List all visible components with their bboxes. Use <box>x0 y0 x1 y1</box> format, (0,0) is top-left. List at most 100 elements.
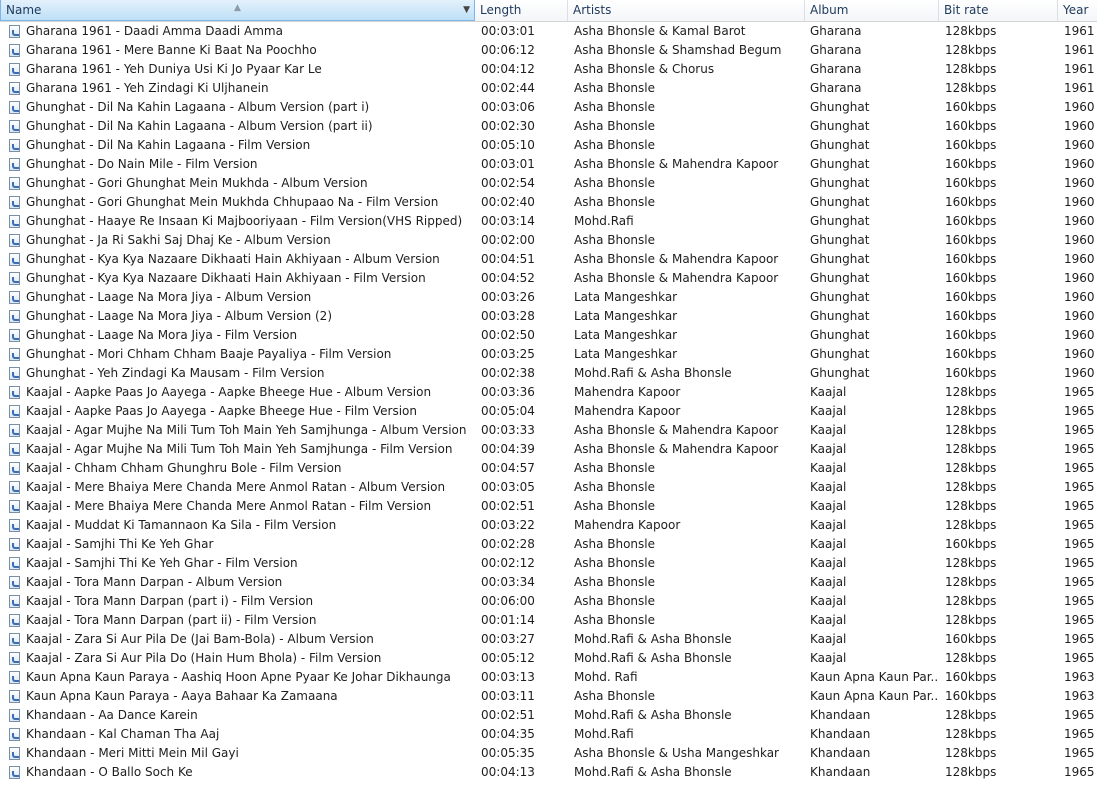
file-album: Ghunghat <box>810 214 870 228</box>
table-row[interactable]: Ghunghat - Yeh Zindagi Ka Mausam - Film … <box>0 364 1097 383</box>
file-year: 1965 <box>1064 499 1095 513</box>
column-header-artists-label: Artists <box>573 3 612 17</box>
table-row[interactable]: Gharana 1961 - Daadi Amma Daadi Amma 00:0… <box>0 22 1097 41</box>
file-bitrate: 128kbps <box>945 594 997 608</box>
file-artists: Mohd.Rafi & Asha Bhonsle <box>574 708 732 722</box>
column-header-album[interactable]: Album <box>805 0 939 21</box>
file-album: Ghunghat <box>810 138 870 152</box>
table-row[interactable]: Gharana 1961 - Yeh Zindagi Ki Uljhanein 0… <box>0 79 1097 98</box>
column-header-length[interactable]: Length <box>475 0 568 21</box>
file-name: Gharana 1961 - Yeh Duniya Usi Ki Jo Pyaa… <box>26 62 322 76</box>
table-row[interactable]: Kaajal - Aapke Paas Jo Aayega - Aapke Bh… <box>0 402 1097 421</box>
table-row[interactable]: Khandaan - Meri Mitti Mein Mil Gayi 00:05… <box>0 744 1097 763</box>
file-year: 1961 <box>1064 62 1095 76</box>
table-row[interactable]: Kaajal - Agar Mujhe Na Mili Tum Toh Main… <box>0 421 1097 440</box>
file-length: 00:02:44 <box>481 81 535 95</box>
audio-file-icon <box>9 44 20 57</box>
file-name: Ghunghat - Laage Na Mora Jiya - Album Ve… <box>26 290 312 304</box>
file-artists: Asha Bhonsle <box>574 613 655 627</box>
file-name: Ghunghat - Dil Na Kahin Lagaana - Album … <box>26 119 373 133</box>
table-row[interactable]: Ghunghat - Dil Na Kahin Lagaana - Film V… <box>0 136 1097 155</box>
audio-file-icon <box>9 766 20 779</box>
table-row[interactable]: Kaajal - Muddat Ki Tamannaon Ka Sila - F… <box>0 516 1097 535</box>
file-year: 1960 <box>1064 252 1095 266</box>
sort-ascending-icon: ▲ <box>234 3 241 13</box>
file-name: Kaajal - Aapke Paas Jo Aayega - Aapke Bh… <box>26 404 418 418</box>
table-row[interactable]: Kaajal - Tora Mann Darpan - Album Versio… <box>0 573 1097 592</box>
file-name: Kaajal - Zara Si Aur Pila De (Jai Bam-Bo… <box>26 632 374 646</box>
table-row[interactable]: Kaajal - Agar Mujhe Na Mili Tum Toh Main… <box>0 440 1097 459</box>
file-name: Khandaan - Kal Chaman Tha Aaj <box>26 727 220 741</box>
table-row[interactable]: Gharana 1961 - Mere Banne Ki Baat Na Poo… <box>0 41 1097 60</box>
file-album: Khandaan <box>810 727 871 741</box>
table-row[interactable]: Khandaan - Kal Chaman Tha Aaj 00:04:35 Moh… <box>0 725 1097 744</box>
column-header-name[interactable]: Name ▲ ▼ <box>0 0 475 21</box>
table-row[interactable]: Kaajal - Samjhi Thi Ke Yeh Ghar - Film V… <box>0 554 1097 573</box>
table-row[interactable]: Kaajal - Zara Si Aur Pila Do (Hain Hum B… <box>0 649 1097 668</box>
file-artists: Lata Mangeshkar <box>574 290 678 304</box>
table-row[interactable]: Kaajal - Mere Bhaiya Mere Chanda Mere An… <box>0 497 1097 516</box>
table-row[interactable]: Gharana 1961 - Yeh Duniya Usi Ki Jo Pyaa… <box>0 60 1097 79</box>
file-artists: Asha Bhonsle <box>574 575 655 589</box>
file-artists: Asha Bhonsle <box>574 537 655 551</box>
table-row[interactable]: Ghunghat - Do Nain Mile - Film Version 00… <box>0 155 1097 174</box>
table-row[interactable]: Ghunghat - Dil Na Kahin Lagaana - Album … <box>0 117 1097 136</box>
audio-file-icon <box>9 291 20 304</box>
table-row[interactable]: Ghunghat - Haaye Re Insaan Ki Majbooriya… <box>0 212 1097 231</box>
file-length: 00:05:35 <box>481 746 535 760</box>
file-bitrate: 160kbps <box>945 347 997 361</box>
file-year: 1965 <box>1064 651 1095 665</box>
table-row[interactable]: Kaajal - Chham Chham Ghunghru Bole - Fil… <box>0 459 1097 478</box>
table-row[interactable]: Ghunghat - Laage Na Mora Jiya - Album Ve… <box>0 288 1097 307</box>
file-year: 1960 <box>1064 214 1095 228</box>
table-row[interactable]: Ghunghat - Kya Kya Nazaare Dikhaati Hain… <box>0 250 1097 269</box>
file-name: Kaajal - Tora Mann Darpan - Album Versio… <box>26 575 283 589</box>
table-row[interactable]: Kaajal - Samjhi Thi Ke Yeh Ghar 00:02:28 A… <box>0 535 1097 554</box>
file-year: 1961 <box>1064 43 1095 57</box>
table-row[interactable]: Kaun Apna Kaun Paraya - Aaya Bahaar Ka Z… <box>0 687 1097 706</box>
chevron-down-icon[interactable]: ▼ <box>463 0 470 20</box>
table-row[interactable]: Ghunghat - Laage Na Mora Jiya - Film Ver… <box>0 326 1097 345</box>
file-album: Ghunghat <box>810 252 870 266</box>
table-row[interactable]: Khandaan - Aa Dance Karein 00:02:51 Mohd.R… <box>0 706 1097 725</box>
file-artists: Mohd.Rafi & Asha Bhonsle <box>574 651 732 665</box>
audio-file-icon <box>9 690 20 703</box>
file-bitrate: 160kbps <box>945 138 997 152</box>
file-name: Kaajal - Tora Mann Darpan (part i) - Fil… <box>26 594 314 608</box>
table-row[interactable]: Ghunghat - Kya Kya Nazaare Dikhaati Hain… <box>0 269 1097 288</box>
audio-file-icon <box>9 595 20 608</box>
file-year: 1960 <box>1064 347 1095 361</box>
table-row[interactable]: Ghunghat - Laage Na Mora Jiya - Album Ve… <box>0 307 1097 326</box>
table-row[interactable]: Ghunghat - Gori Ghunghat Mein Mukhda Chh… <box>0 193 1097 212</box>
audio-file-icon <box>9 82 20 95</box>
file-bitrate: 160kbps <box>945 290 997 304</box>
table-row[interactable]: Khandaan - O Ballo Soch Ke 00:04:13 Mohd.R… <box>0 763 1097 782</box>
table-row[interactable]: Kaajal - Mere Bhaiya Mere Chanda Mere An… <box>0 478 1097 497</box>
file-artists: Asha Bhonsle <box>574 461 655 475</box>
column-header-bitrate[interactable]: Bit rate <box>939 0 1058 21</box>
table-row[interactable]: Ghunghat - Ja Ri Sakhi Saj Dhaj Ke - Alb… <box>0 231 1097 250</box>
table-row[interactable]: Kaajal - Tora Mann Darpan (part ii) - Fi… <box>0 611 1097 630</box>
file-length: 00:05:10 <box>481 138 535 152</box>
file-album: Ghunghat <box>810 366 870 380</box>
column-header-artists[interactable]: Artists <box>568 0 805 21</box>
file-album: Kaajal <box>810 613 847 627</box>
file-artists: Asha Bhonsle & Chorus <box>574 62 715 76</box>
file-length: 00:03:26 <box>481 290 535 304</box>
file-name: Ghunghat - Gori Ghunghat Mein Mukhda Chh… <box>26 195 439 209</box>
file-bitrate: 160kbps <box>945 233 997 247</box>
file-bitrate: 128kbps <box>945 765 997 779</box>
table-row[interactable]: Kaun Apna Kaun Paraya - Aashiq Hoon Apne… <box>0 668 1097 687</box>
table-row[interactable]: Kaajal - Tora Mann Darpan (part i) - Fil… <box>0 592 1097 611</box>
table-row[interactable]: Kaajal - Aapke Paas Jo Aayega - Aapke Bh… <box>0 383 1097 402</box>
column-header-year[interactable]: Year <box>1058 0 1097 21</box>
audio-file-icon <box>9 519 20 532</box>
file-length: 00:05:04 <box>481 404 535 418</box>
table-row[interactable]: Ghunghat - Mori Chham Chham Baaje Payali… <box>0 345 1097 364</box>
file-length: 00:02:50 <box>481 328 535 342</box>
table-row[interactable]: Ghunghat - Dil Na Kahin Lagaana - Album … <box>0 98 1097 117</box>
file-album: Kaajal <box>810 461 847 475</box>
table-row[interactable]: Ghunghat - Gori Ghunghat Mein Mukhda - A… <box>0 174 1097 193</box>
table-row[interactable]: Kaajal - Zara Si Aur Pila De (Jai Bam-Bo… <box>0 630 1097 649</box>
file-year: 1965 <box>1064 613 1095 627</box>
